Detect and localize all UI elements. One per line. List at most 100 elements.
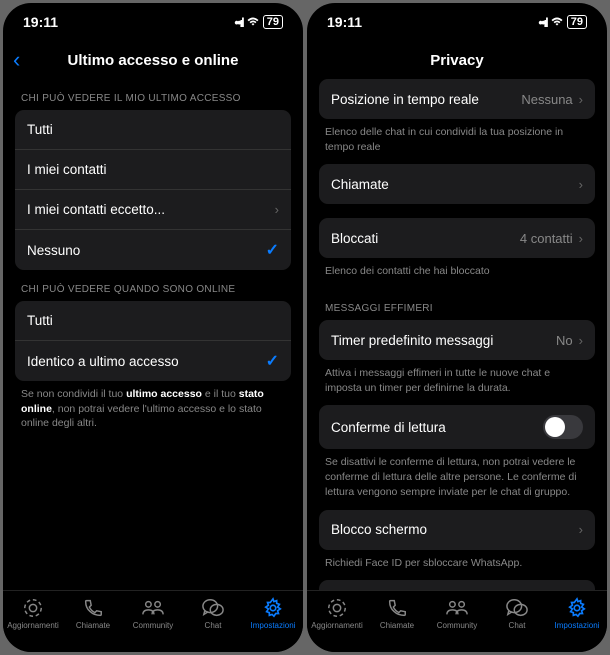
option-label: I miei contatti: [27, 162, 107, 177]
tab-chat[interactable]: Chat: [488, 597, 546, 630]
tab-label: Chiamate: [380, 621, 414, 630]
row-calls-group: Chiamate ›: [319, 164, 595, 204]
status-time: 19:11: [327, 14, 362, 30]
tab-updates[interactable]: Aggiornamenti: [308, 597, 366, 630]
default-timer[interactable]: Timer predefinito messaggi No›: [319, 320, 595, 360]
chevron-right-icon: ›: [579, 333, 583, 348]
row-label: Timer predefinito messaggi: [331, 333, 493, 348]
tab-label: Community: [133, 621, 173, 630]
section-footer: Se non condividi il tuo ultimo accesso e…: [15, 381, 291, 441]
tab-community[interactable]: Community: [124, 597, 182, 630]
section-header: CHI PUÒ VEDERE IL MIO ULTIMO ACCESSO: [15, 79, 291, 110]
option-group-online: Tutti Identico a ultimo accesso ✓: [15, 301, 291, 381]
battery-icon: 79: [263, 15, 283, 29]
status-indicators: ••ıl 79: [538, 15, 587, 30]
phone-icon: [386, 597, 408, 619]
nav-header: ‹ Ultimo accesso e online: [3, 41, 303, 79]
section-header: CHI PUÒ VEDERE QUANDO SONO ONLINE: [15, 270, 291, 301]
read-receipts[interactable]: Conferme di lettura: [319, 405, 595, 449]
row-value: No›: [556, 333, 583, 348]
option-contacts-except[interactable]: I miei contatti eccetto... ›: [15, 190, 291, 230]
row-label: Conferme di lettura: [331, 420, 446, 435]
blocked[interactable]: Bloccati 4 contatti›: [319, 218, 595, 258]
tab-bar: Aggiornamenti Chiamate Community Chat Im…: [3, 590, 303, 652]
back-button[interactable]: ‹: [13, 47, 20, 73]
row-label: Chiamate: [331, 177, 389, 192]
check-icon: ✓: [266, 240, 279, 260]
tab-label: Chat: [205, 621, 222, 630]
status-bar: 19:11 ••ıl 79: [307, 3, 607, 41]
community-icon: [444, 597, 470, 619]
option-label: Nessuno: [27, 243, 80, 258]
live-location[interactable]: Posizione in tempo reale Nessuna›: [319, 79, 595, 119]
check-icon: ✓: [266, 351, 279, 371]
row-receipts-group: Conferme di lettura: [319, 405, 595, 449]
tab-bar: Aggiornamenti Chiamate Community Chat Im…: [307, 590, 607, 652]
status-time: 19:11: [23, 14, 58, 30]
tab-label: Chiamate: [76, 621, 110, 630]
screen-lock[interactable]: Blocco schermo ›: [319, 510, 595, 550]
option-label: Tutti: [27, 122, 53, 137]
row-advanced-group: Avanzate ›: [319, 580, 595, 590]
battery-icon: 79: [567, 15, 587, 29]
row-timer-group: Timer predefinito messaggi No›: [319, 320, 595, 360]
section-footer: Richiedi Face ID per sbloccare WhatsApp.: [319, 550, 595, 581]
wifi-icon: [246, 15, 260, 29]
chevron-right-icon: ›: [579, 92, 583, 107]
row-value: Nessuna›: [521, 92, 583, 107]
row-label: Blocco schermo: [331, 522, 427, 537]
signal-icon: ••ıl: [538, 15, 546, 30]
tab-calls[interactable]: Chiamate: [368, 597, 426, 630]
tab-settings[interactable]: Impostazioni: [244, 597, 302, 630]
row-location: Posizione in tempo reale Nessuna›: [319, 79, 595, 119]
row-blocked-group: Bloccati 4 contatti›: [319, 218, 595, 258]
community-icon: [140, 597, 166, 619]
toggle-off[interactable]: [543, 415, 583, 439]
section-footer: Se disattivi le conferme di lettura, non…: [319, 449, 595, 509]
chevron-right-icon: ›: [579, 231, 583, 246]
chevron-right-icon: ›: [579, 522, 583, 537]
page-title: Privacy: [430, 52, 483, 69]
tab-label: Community: [437, 621, 477, 630]
tab-chat[interactable]: Chat: [184, 597, 242, 630]
tab-updates[interactable]: Aggiornamenti: [4, 597, 62, 630]
row-screenlock-group: Blocco schermo ›: [319, 510, 595, 550]
option-everyone-online[interactable]: Tutti: [15, 301, 291, 341]
option-everyone[interactable]: Tutti: [15, 110, 291, 150]
section-footer: Attiva i messaggi effimeri in tutte le n…: [319, 360, 595, 405]
option-same-as-lastseen[interactable]: Identico a ultimo accesso ✓: [15, 341, 291, 381]
chevron-right-icon: ›: [275, 202, 279, 217]
status-indicators: ••ıl 79: [234, 15, 283, 30]
gear-icon: [262, 597, 284, 619]
option-group-lastseen: Tutti I miei contatti I miei contatti ec…: [15, 110, 291, 270]
page-title: Ultimo accesso e online: [68, 52, 239, 69]
wifi-icon: [550, 15, 564, 29]
option-label: Identico a ultimo accesso: [27, 354, 179, 369]
phone-left: 19:11 ••ıl 79 ‹ Ultimo accesso e online …: [3, 3, 303, 652]
tab-label: Impostazioni: [555, 621, 600, 630]
phone-icon: [82, 597, 104, 619]
phone-right: 19:11 ••ıl 79 Privacy Posizione in tempo…: [307, 3, 607, 652]
status-bar: 19:11 ••ıl 79: [3, 3, 303, 41]
tab-label: Aggiornamenti: [311, 621, 363, 630]
gear-icon: [566, 597, 588, 619]
advanced[interactable]: Avanzate ›: [319, 580, 595, 590]
tab-community[interactable]: Community: [428, 597, 486, 630]
option-contacts[interactable]: I miei contatti: [15, 150, 291, 190]
tab-settings[interactable]: Impostazioni: [548, 597, 606, 630]
updates-icon: [22, 597, 44, 619]
row-label: Bloccati: [331, 231, 378, 246]
section-header: MESSAGGI EFFIMERI: [319, 289, 595, 320]
tab-label: Impostazioni: [251, 621, 296, 630]
option-label: Tutti: [27, 313, 53, 328]
tab-label: Chat: [509, 621, 526, 630]
calls[interactable]: Chiamate ›: [319, 164, 595, 204]
option-label: I miei contatti eccetto...: [27, 202, 165, 217]
section-footer: Elenco dei contatti che hai bloccato: [319, 258, 595, 289]
chat-icon: [505, 597, 529, 619]
option-nobody[interactable]: Nessuno ✓: [15, 230, 291, 270]
content: CHI PUÒ VEDERE IL MIO ULTIMO ACCESSO Tut…: [3, 79, 303, 590]
tab-label: Aggiornamenti: [7, 621, 59, 630]
tab-calls[interactable]: Chiamate: [64, 597, 122, 630]
nav-header: Privacy: [307, 41, 607, 79]
